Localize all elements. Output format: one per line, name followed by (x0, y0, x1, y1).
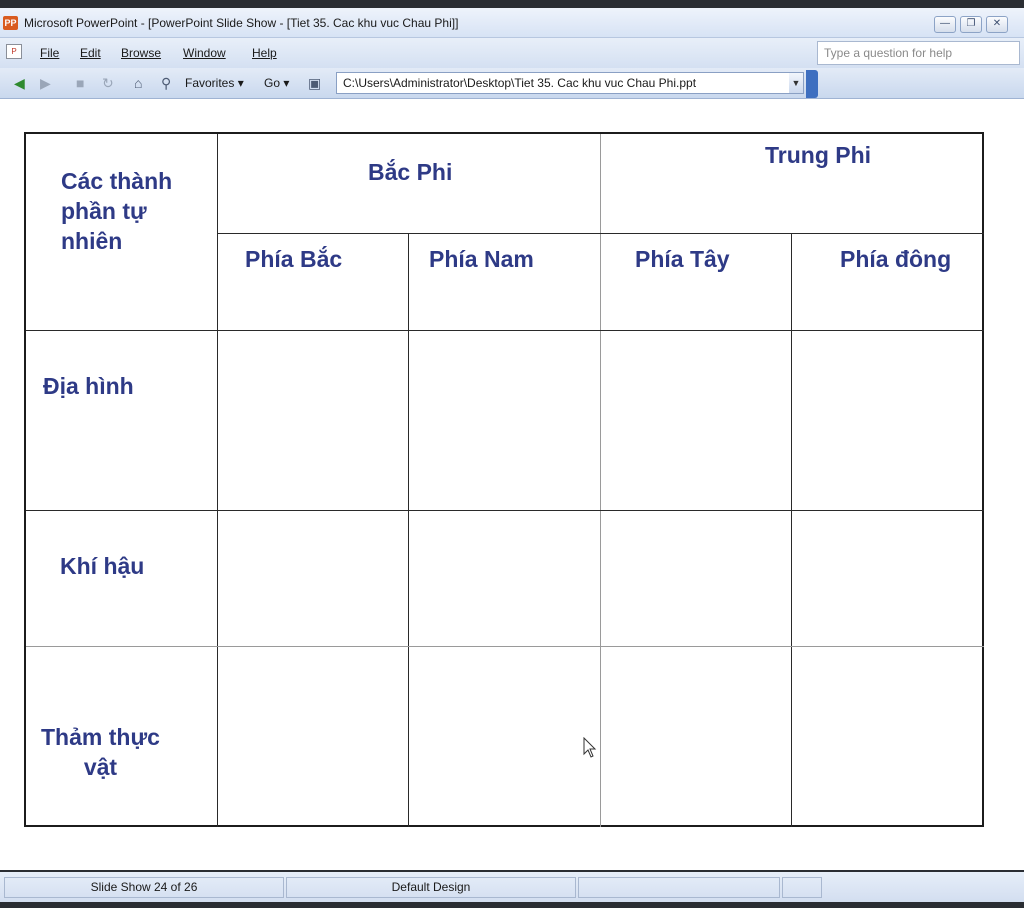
group-header-trung-phi: Trung Phi (765, 142, 872, 168)
top-frame (0, 0, 1024, 8)
title-bar: PP Microsoft PowerPoint - [PowerPoint Sl… (0, 8, 1024, 38)
slideshow-icon[interactable]: ▣ (308, 75, 321, 91)
window-title: Microsoft PowerPoint - [PowerPoint Slide… (24, 16, 459, 30)
address-field[interactable]: C:\Users\Administrator\Desktop\Tiet 35. … (336, 72, 804, 94)
table-line (217, 233, 984, 234)
menu-file[interactable]: File (40, 46, 59, 60)
address-dropdown-button[interactable]: ▼ (789, 73, 803, 93)
sub-header-phia-tay: Phía Tây (635, 246, 730, 272)
home-icon[interactable]: ⌂ (134, 75, 142, 91)
minimize-icon: — (940, 18, 950, 29)
menu-window[interactable]: Window (183, 46, 226, 60)
refresh-icon[interactable]: ↻ (102, 75, 114, 91)
row-header-dia-hinh: Địa hình (43, 373, 134, 399)
table-line (217, 134, 218, 827)
forward-icon[interactable]: ▶ (40, 75, 51, 91)
table-line (26, 646, 984, 647)
chevron-down-icon: ▼ (791, 78, 801, 88)
help-search-input[interactable]: Type a question for help (817, 41, 1020, 65)
status-segment-empty (578, 877, 780, 898)
sub-header-phia-dong: Phía đông (840, 246, 952, 272)
restore-button[interactable]: ❐ (960, 16, 982, 33)
go-button[interactable]: Go ▾ (264, 76, 289, 90)
sub-header-phia-bac: Phía Bắc (245, 246, 343, 272)
sub-header-phia-nam: Phía Nam (429, 246, 534, 272)
restore-icon: ❐ (966, 18, 976, 29)
powerpoint-app-icon: PP (3, 16, 18, 30)
slide-position-status: Slide Show 24 of 26 (4, 877, 284, 898)
menu-browse[interactable]: Browse (121, 46, 161, 60)
stop-icon[interactable]: ■ (76, 75, 84, 91)
slide-table: Các thành phần tự nhiên Bắc Phi Trung Ph… (24, 132, 984, 827)
menu-edit[interactable]: Edit (80, 46, 101, 60)
favorites-button[interactable]: Favorites ▾ (185, 76, 244, 90)
table-line (408, 233, 409, 827)
document-icon[interactable]: P (6, 44, 22, 59)
table-line (26, 330, 984, 331)
minimize-button[interactable]: — (934, 16, 956, 33)
mouse-cursor-icon (583, 737, 597, 758)
search-icon[interactable]: ⚲ (161, 75, 171, 91)
corner-header: Các thành phần tự nhiên (61, 168, 173, 254)
row-header-khi-hau: Khí hậu (60, 553, 145, 579)
toolbar-options-button[interactable] (806, 70, 818, 98)
status-segment-empty (782, 877, 822, 898)
table-line (600, 134, 601, 827)
close-icon: ✕ (992, 18, 1002, 29)
table-line (26, 510, 984, 511)
close-button[interactable]: ✕ (986, 16, 1008, 33)
group-header-bac-phi: Bắc Phi (368, 159, 453, 185)
bottom-frame (0, 902, 1024, 908)
menu-help[interactable]: Help (252, 46, 277, 60)
back-icon[interactable]: ◀ (14, 75, 25, 91)
design-status: Default Design (286, 877, 576, 898)
status-bar: Slide Show 24 of 26 Default Design (0, 870, 1024, 902)
row-header-tham-thuc-vat: Thảm thực vật (41, 724, 160, 780)
table-line (791, 233, 792, 827)
